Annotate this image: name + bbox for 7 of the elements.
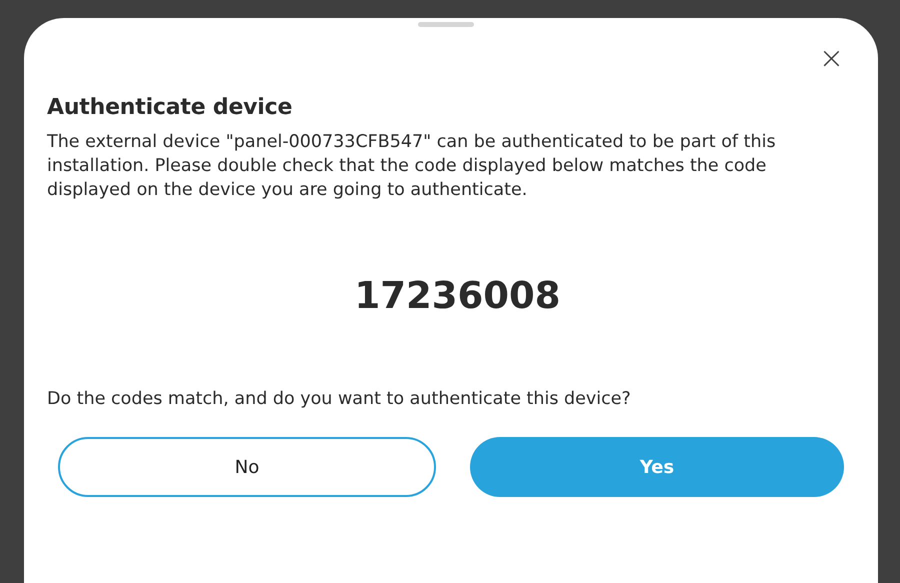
- dialog-title: Authenticate device: [47, 95, 294, 120]
- dialog-message: The external device "panel-000733CFB547" can be authenticated to be part of this installation. Please double check that the code displayed below matches the code displayed on the device you are going to authenticate.: [47, 131, 777, 202]
- drag-handle[interactable]: [418, 22, 474, 27]
- authentication-code: 17236008: [354, 274, 562, 317]
- close-button[interactable]: ×: [818, 45, 844, 73]
- confirmation-question: Do the codes match, and do you want to authenticate this device?: [47, 389, 632, 409]
- decline-button[interactable]: No: [58, 437, 436, 497]
